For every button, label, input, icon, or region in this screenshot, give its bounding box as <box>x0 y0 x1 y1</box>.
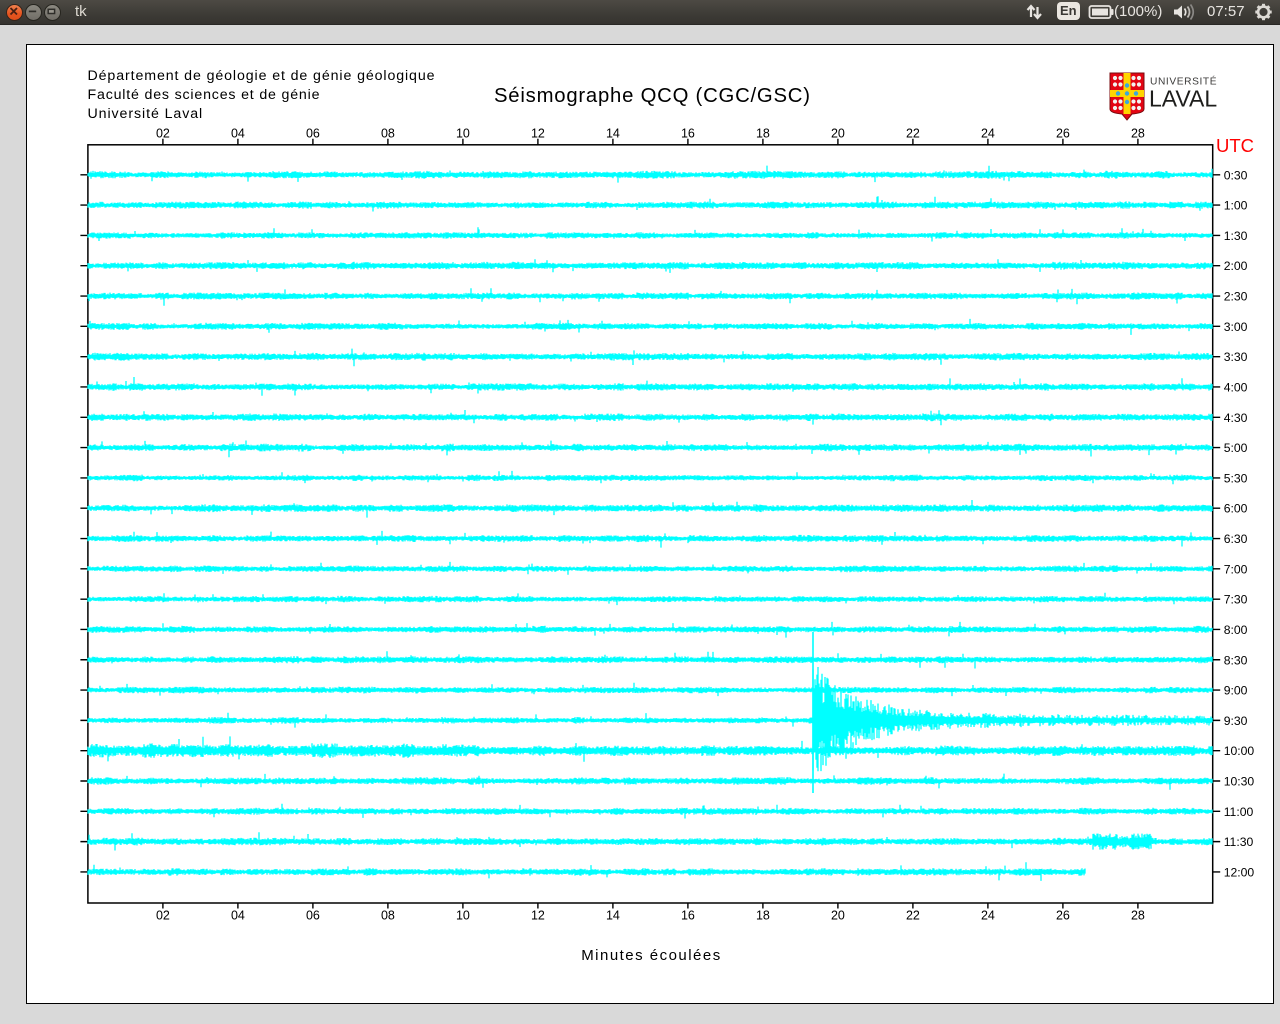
svg-text:06: 06 <box>306 909 320 923</box>
svg-text:04: 04 <box>231 127 245 141</box>
svg-text:10:00: 10:00 <box>1224 744 1255 758</box>
svg-text:5:30: 5:30 <box>1224 471 1248 485</box>
svg-text:06: 06 <box>306 127 320 141</box>
svg-text:Université Laval: Université Laval <box>88 106 203 122</box>
svg-text:2:30: 2:30 <box>1224 290 1248 304</box>
svg-text:6:00: 6:00 <box>1224 502 1248 516</box>
svg-text:20: 20 <box>831 127 845 141</box>
svg-text:3:00: 3:00 <box>1224 320 1248 334</box>
svg-text:26: 26 <box>1056 127 1070 141</box>
svg-text:6:30: 6:30 <box>1224 532 1248 546</box>
svg-text:11:30: 11:30 <box>1224 835 1254 849</box>
svg-text:28: 28 <box>1131 909 1145 923</box>
svg-text:1:00: 1:00 <box>1224 199 1248 213</box>
svg-text:4:00: 4:00 <box>1224 380 1248 394</box>
svg-text:Faculté des sciences et de gén: Faculté des sciences et de génie <box>88 87 320 103</box>
svg-text:2:00: 2:00 <box>1224 259 1248 273</box>
svg-text:4:30: 4:30 <box>1224 411 1248 425</box>
svg-text:10: 10 <box>456 909 470 923</box>
svg-text:9:00: 9:00 <box>1224 684 1248 698</box>
svg-text:10: 10 <box>456 127 470 141</box>
svg-text:24: 24 <box>981 127 995 141</box>
svg-text:14: 14 <box>606 127 620 141</box>
svg-text:LAVAL: LAVAL <box>1149 86 1217 112</box>
svg-text:UTC: UTC <box>1216 135 1254 156</box>
svg-text:7:30: 7:30 <box>1224 593 1248 607</box>
svg-text:18: 18 <box>756 909 770 923</box>
svg-text:8:00: 8:00 <box>1224 623 1248 637</box>
svg-text:8:30: 8:30 <box>1224 653 1248 667</box>
svg-text:12: 12 <box>531 909 545 923</box>
svg-text:11:00: 11:00 <box>1224 805 1254 819</box>
svg-text:3:30: 3:30 <box>1224 350 1248 364</box>
svg-text:18: 18 <box>756 127 770 141</box>
svg-text:Minutes écoulées: Minutes écoulées <box>581 947 720 964</box>
svg-text:0:30: 0:30 <box>1224 168 1248 182</box>
svg-text:14: 14 <box>606 909 620 923</box>
svg-text:22: 22 <box>906 127 920 141</box>
svg-text:12:00: 12:00 <box>1224 865 1255 879</box>
svg-text:12: 12 <box>531 127 545 141</box>
svg-text:7:00: 7:00 <box>1224 562 1248 576</box>
svg-text:02: 02 <box>156 909 170 923</box>
svg-text:Séismographe QCQ (CGC/GSC): Séismographe QCQ (CGC/GSC) <box>494 85 810 107</box>
svg-text:08: 08 <box>381 909 395 923</box>
svg-text:26: 26 <box>1056 909 1070 923</box>
svg-text:5:00: 5:00 <box>1224 441 1248 455</box>
svg-text:04: 04 <box>231 909 245 923</box>
svg-text:16: 16 <box>681 127 695 141</box>
svg-text:1:30: 1:30 <box>1224 229 1248 243</box>
svg-text:20: 20 <box>831 909 845 923</box>
svg-text:10:30: 10:30 <box>1224 775 1255 789</box>
svg-text:9:30: 9:30 <box>1224 714 1248 728</box>
svg-text:02: 02 <box>156 127 170 141</box>
svg-text:16: 16 <box>681 909 695 923</box>
svg-text:22: 22 <box>906 909 920 923</box>
svg-text:08: 08 <box>381 127 395 141</box>
svg-text:24: 24 <box>981 909 995 923</box>
svg-text:Département de géologie et de: Département de géologie et de génie géol… <box>88 68 435 84</box>
